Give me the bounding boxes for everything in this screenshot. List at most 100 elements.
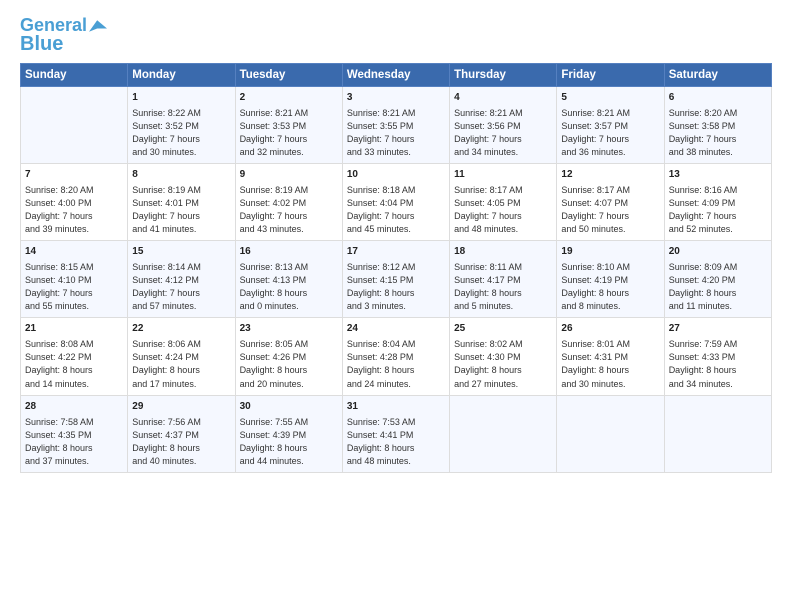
- col-header-friday: Friday: [557, 63, 664, 86]
- cell-line: Sunrise: 7:55 AM: [240, 417, 309, 427]
- cell-line: Sunset: 4:09 PM: [669, 198, 736, 208]
- cell-content: Sunrise: 8:16 AMSunset: 4:09 PMDaylight:…: [669, 184, 767, 236]
- calendar-cell: 14Sunrise: 8:15 AMSunset: 4:10 PMDayligh…: [21, 241, 128, 318]
- cell-line: and 40 minutes.: [132, 456, 196, 466]
- calendar-table: SundayMondayTuesdayWednesdayThursdayFrid…: [20, 63, 772, 473]
- cell-line: Sunrise: 8:21 AM: [561, 108, 630, 118]
- col-header-thursday: Thursday: [450, 63, 557, 86]
- cell-line: and 5 minutes.: [454, 301, 513, 311]
- calendar-cell: 10Sunrise: 8:18 AMSunset: 4:04 PMDayligh…: [342, 163, 449, 240]
- col-header-tuesday: Tuesday: [235, 63, 342, 86]
- cell-content: Sunrise: 8:13 AMSunset: 4:13 PMDaylight:…: [240, 261, 338, 313]
- calendar-cell: 24Sunrise: 8:04 AMSunset: 4:28 PMDayligh…: [342, 318, 449, 395]
- week-row-2: 7Sunrise: 8:20 AMSunset: 4:00 PMDaylight…: [21, 163, 772, 240]
- header-row: SundayMondayTuesdayWednesdayThursdayFrid…: [21, 63, 772, 86]
- cell-content: Sunrise: 8:12 AMSunset: 4:15 PMDaylight:…: [347, 261, 445, 313]
- cell-line: and 8 minutes.: [561, 301, 620, 311]
- cell-line: Daylight: 8 hours: [454, 288, 522, 298]
- cell-line: and 24 minutes.: [347, 379, 411, 389]
- cell-content: Sunrise: 8:21 AMSunset: 3:56 PMDaylight:…: [454, 107, 552, 159]
- calendar-cell: 29Sunrise: 7:56 AMSunset: 4:37 PMDayligh…: [128, 395, 235, 472]
- cell-line: Daylight: 7 hours: [454, 211, 522, 221]
- cell-line: Sunrise: 8:22 AM: [132, 108, 201, 118]
- calendar-cell: 21 Sunrise: 8:08 AMSunset: 4:22 PMDayligh…: [21, 318, 128, 395]
- day-number: 28: [25, 400, 123, 414]
- cell-line: Sunset: 4:35 PM: [25, 430, 92, 440]
- cell-line: Sunset: 4:26 PM: [240, 352, 307, 362]
- calendar-cell: 2Sunrise: 8:21 AMSunset: 3:53 PMDaylight…: [235, 86, 342, 163]
- calendar-cell: 9 Sunrise: 8:19 AMSunset: 4:02 PMDaylight…: [235, 163, 342, 240]
- cell-line: Daylight: 7 hours: [25, 288, 93, 298]
- cell-line: Sunrise: 8:09 AM: [669, 262, 738, 272]
- day-number: 15: [132, 245, 230, 259]
- cell-line: Sunrise: 8:05 AM: [240, 339, 309, 349]
- calendar-cell: 8Sunrise: 8:19 AMSunset: 4:01 PMDaylight…: [128, 163, 235, 240]
- cell-line: Daylight: 7 hours: [240, 211, 308, 221]
- calendar-cell: 17Sunrise: 8:12 AMSunset: 4:15 PMDayligh…: [342, 241, 449, 318]
- day-number: 12: [561, 168, 659, 182]
- calendar-cell: 30Sunrise: 7:55 AMSunset: 4:39 PMDayligh…: [235, 395, 342, 472]
- day-number: 9: [240, 168, 338, 182]
- calendar-cell: 5Sunrise: 8:21 AMSunset: 3:57 PMDaylight…: [557, 86, 664, 163]
- day-number: 1: [132, 91, 230, 105]
- day-number: 5: [561, 91, 659, 105]
- cell-content: Sunrise: 8:02 AMSunset: 4:30 PMDaylight:…: [454, 338, 552, 390]
- cell-line: Daylight: 7 hours: [25, 211, 93, 221]
- cell-line: Daylight: 7 hours: [347, 211, 415, 221]
- calendar-cell: 18Sunrise: 8:11 AMSunset: 4:17 PMDayligh…: [450, 241, 557, 318]
- cell-content: Sunrise: 8:08 AMSunset: 4:22 PMDaylight:…: [25, 338, 123, 390]
- cell-line: Sunrise: 8:21 AM: [454, 108, 523, 118]
- day-number: 22: [132, 322, 230, 336]
- cell-line: and 34 minutes.: [454, 147, 518, 157]
- col-header-saturday: Saturday: [664, 63, 771, 86]
- cell-line: Sunset: 4:07 PM: [561, 198, 628, 208]
- cell-line: Daylight: 8 hours: [240, 288, 308, 298]
- calendar-cell: [664, 395, 771, 472]
- calendar-cell: [557, 395, 664, 472]
- cell-line: Sunset: 4:37 PM: [132, 430, 199, 440]
- cell-line: Sunset: 3:52 PM: [132, 121, 199, 131]
- cell-line: and 50 minutes.: [561, 224, 625, 234]
- calendar-cell: [450, 395, 557, 472]
- col-header-monday: Monday: [128, 63, 235, 86]
- cell-line: Sunrise: 8:01 AM: [561, 339, 630, 349]
- day-number: 21: [25, 322, 123, 336]
- cell-line: and 39 minutes.: [25, 224, 89, 234]
- cell-line: Sunset: 4:13 PM: [240, 275, 307, 285]
- day-number: 18: [454, 245, 552, 259]
- cell-line: Sunset: 4:12 PM: [132, 275, 199, 285]
- day-number: 3: [347, 91, 445, 105]
- day-number: 30: [240, 400, 338, 414]
- cell-content: Sunrise: 8:21 AMSunset: 3:55 PMDaylight:…: [347, 107, 445, 159]
- calendar-cell: 16Sunrise: 8:13 AMSunset: 4:13 PMDayligh…: [235, 241, 342, 318]
- cell-line: Sunset: 3:55 PM: [347, 121, 414, 131]
- logo: General Blue: [20, 16, 107, 55]
- cell-line: Sunrise: 8:12 AM: [347, 262, 416, 272]
- week-row-5: 28Sunrise: 7:58 AMSunset: 4:35 PMDayligh…: [21, 395, 772, 472]
- cell-line: Sunset: 4:15 PM: [347, 275, 414, 285]
- day-number: 2: [240, 91, 338, 105]
- cell-line: and 37 minutes.: [25, 456, 89, 466]
- cell-content: Sunrise: 8:10 AMSunset: 4:19 PMDaylight:…: [561, 261, 659, 313]
- cell-line: and 34 minutes.: [669, 379, 733, 389]
- day-number: 10: [347, 168, 445, 182]
- cell-line: Sunrise: 8:06 AM: [132, 339, 201, 349]
- cell-line: Sunrise: 8:10 AM: [561, 262, 630, 272]
- cell-line: Sunset: 4:33 PM: [669, 352, 736, 362]
- cell-content: Sunrise: 7:59 AMSunset: 4:33 PMDaylight:…: [669, 338, 767, 390]
- cell-line: Daylight: 8 hours: [669, 288, 737, 298]
- cell-line: Daylight: 8 hours: [347, 365, 415, 375]
- cell-line: Daylight: 7 hours: [561, 134, 629, 144]
- day-number: 24: [347, 322, 445, 336]
- cell-content: Sunrise: 8:22 AMSunset: 3:52 PMDaylight:…: [132, 107, 230, 159]
- calendar-cell: 23Sunrise: 8:05 AMSunset: 4:26 PMDayligh…: [235, 318, 342, 395]
- cell-content: Sunrise: 8:19 AMSunset: 4:02 PMDaylight:…: [240, 184, 338, 236]
- calendar-cell: 15Sunrise: 8:14 AMSunset: 4:12 PMDayligh…: [128, 241, 235, 318]
- cell-line: and 30 minutes.: [132, 147, 196, 157]
- cell-line: and 30 minutes.: [561, 379, 625, 389]
- cell-line: Sunrise: 8:19 AM: [132, 185, 201, 195]
- calendar-cell: 7Sunrise: 8:20 AMSunset: 4:00 PMDaylight…: [21, 163, 128, 240]
- cell-line: Sunrise: 8:08 AM: [25, 339, 94, 349]
- cell-line: Sunset: 4:00 PM: [25, 198, 92, 208]
- cell-line: Daylight: 8 hours: [669, 365, 737, 375]
